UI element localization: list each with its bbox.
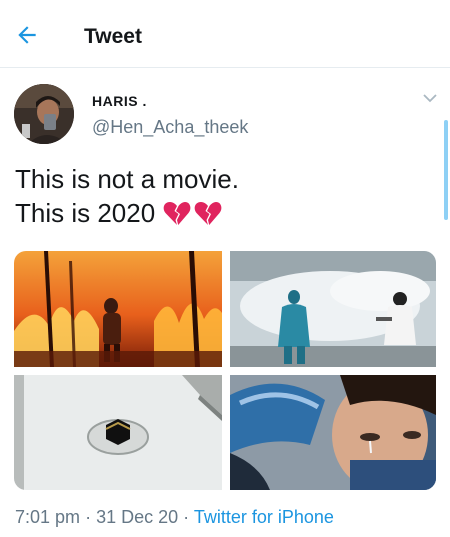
meta-separator: · — [85, 507, 92, 527]
media-image-kaaba[interactable] — [14, 375, 222, 490]
author-handle[interactable]: @Hen_Acha_theek — [92, 117, 248, 138]
media-image-disinfection[interactable] — [230, 251, 436, 367]
tweet-text: This is not a movie. This is 2020 — [15, 162, 239, 230]
tweet-line-with-emoji: This is 2020 — [15, 196, 239, 230]
tweet-source-link[interactable]: Twitter for iPhone — [194, 507, 334, 527]
avatar[interactable] — [14, 84, 74, 144]
broken-heart-icon — [194, 202, 222, 225]
tweet-line: This is 2020 — [15, 198, 156, 228]
broken-heart-icon — [163, 202, 191, 225]
media-image-healthcare-worker[interactable] — [230, 375, 436, 490]
media-image-wildfire[interactable] — [14, 251, 222, 367]
top-bar: Tweet — [0, 0, 450, 68]
tweet-meta: 7:01 pm · 31 Dec 20 · Twitter for iPhone — [15, 507, 334, 528]
page-title: Tweet — [84, 25, 142, 48]
scrollbar[interactable] — [444, 120, 448, 220]
back-arrow-icon[interactable] — [14, 22, 40, 48]
meta-separator: · — [183, 507, 190, 527]
chevron-down-icon[interactable] — [422, 92, 438, 104]
tweet-line: This is not a movie. — [15, 164, 239, 194]
author-name[interactable]: HARIS . — [92, 93, 147, 109]
tweet-time: 7:01 pm — [15, 507, 81, 527]
tweet-date: 31 Dec 20 — [96, 507, 179, 527]
media-grid — [14, 251, 436, 490]
